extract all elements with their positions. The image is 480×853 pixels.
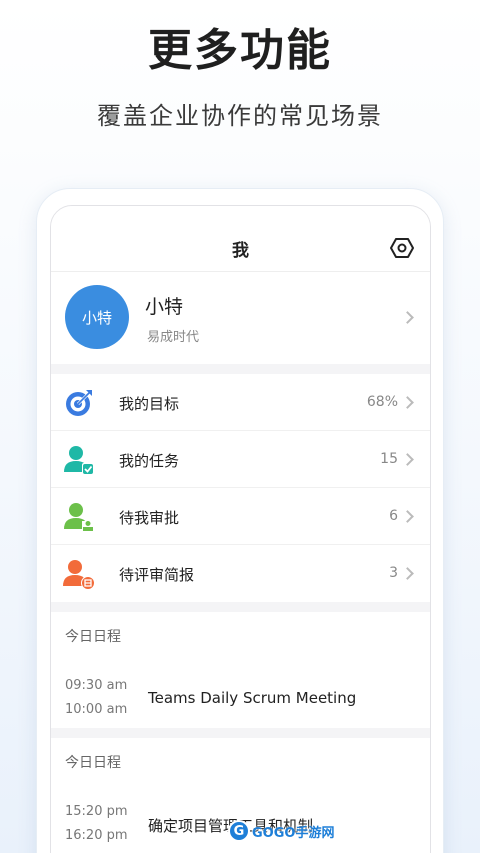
menu-item-label: 我的目标 bbox=[119, 395, 180, 413]
report-person-icon bbox=[63, 560, 95, 590]
target-icon bbox=[66, 390, 92, 416]
hero-subtitle: 覆盖企业协作的常见场景 bbox=[97, 102, 383, 130]
menu-item-approvals[interactable]: 待我审批 6 bbox=[51, 488, 430, 545]
nav-bar: 我 bbox=[51, 206, 430, 272]
watermark-logo-icon: G bbox=[228, 820, 250, 842]
settings-icon[interactable] bbox=[390, 236, 414, 260]
hero-title: 更多功能 bbox=[148, 25, 332, 76]
profile-card[interactable]: 小特 小特 易成时代 bbox=[51, 272, 430, 364]
menu-item-value: 3 bbox=[389, 565, 398, 581]
schedule-event-title: Teams Daily Scrum Meeting bbox=[148, 689, 357, 707]
task-person-icon bbox=[64, 446, 94, 475]
menu-item-reports[interactable]: 待评审简报 3 bbox=[51, 545, 430, 602]
avatar[interactable]: 小特 bbox=[65, 285, 129, 349]
page-title: 我 bbox=[232, 241, 249, 261]
menu-item-label: 待我审批 bbox=[119, 509, 180, 527]
profile-name: 小特 bbox=[145, 296, 184, 318]
watermark-text: GOGO手游网 bbox=[252, 825, 335, 841]
menu-item-value: 6 bbox=[389, 508, 398, 524]
schedule-end-time: 16:20 pm bbox=[65, 828, 128, 843]
menu-item-tasks[interactable]: 我的任务 15 bbox=[51, 431, 430, 488]
menu-item-value: 15 bbox=[380, 451, 398, 467]
watermark: G GOGO手游网 bbox=[228, 820, 334, 842]
chevron-right-icon bbox=[401, 510, 414, 523]
approval-person-icon bbox=[64, 503, 94, 532]
chevron-right-icon bbox=[401, 567, 414, 580]
menu-list: 我的目标 68% 我的任务 15 待我审批 6 待评审简报 3 bbox=[51, 374, 430, 602]
menu-item-label: 待评审简报 bbox=[119, 566, 195, 584]
menu-item-value: 68% bbox=[366, 394, 398, 410]
profile-org: 易成时代 bbox=[147, 330, 200, 345]
chevron-right-icon bbox=[401, 396, 414, 409]
schedule-heading: 今日日程 bbox=[65, 755, 121, 771]
schedule-start-time: 15:20 pm bbox=[65, 804, 128, 819]
chevron-right-icon bbox=[401, 453, 414, 466]
chevron-right-icon bbox=[401, 311, 414, 324]
menu-item-goals[interactable]: 我的目标 68% bbox=[51, 374, 430, 431]
schedule-end-time: 10:00 am bbox=[65, 702, 128, 717]
schedule-card[interactable]: 今日日程 09:30 am 10:00 am Teams Daily Scrum… bbox=[51, 612, 430, 728]
menu-item-label: 我的任务 bbox=[119, 452, 180, 470]
schedule-start-time: 09:30 am bbox=[65, 678, 128, 693]
schedule-heading: 今日日程 bbox=[65, 629, 121, 645]
phone-screen: 我 小特 小特 易成时代 我的目标 68% 我的任务 15 待我审批 6 待评审… bbox=[50, 205, 431, 853]
